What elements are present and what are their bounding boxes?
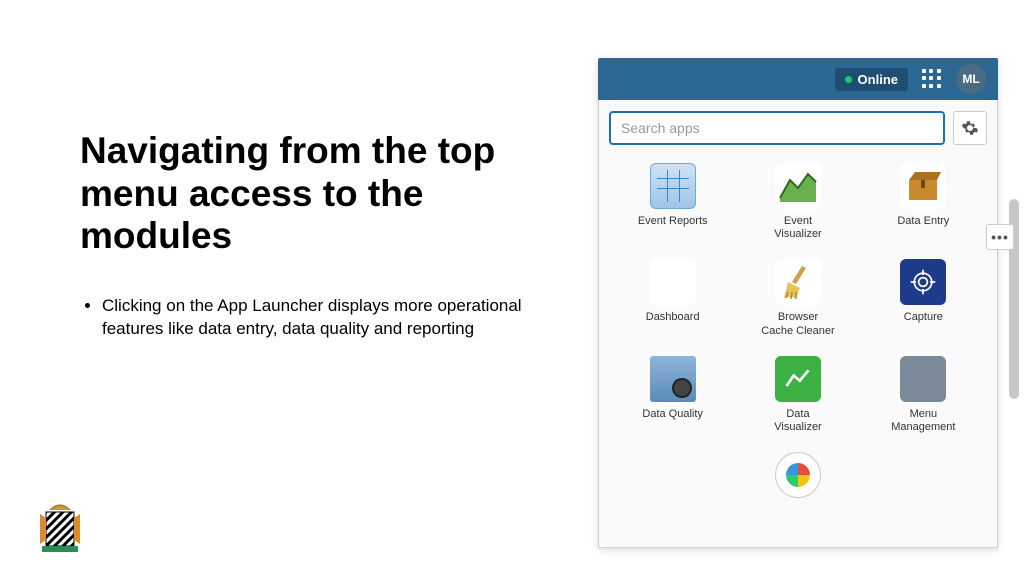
target-icon — [900, 259, 946, 305]
app-label: Event Visualizer — [774, 215, 822, 241]
app-label: Dashboard — [646, 311, 700, 324]
slide-title: Navigating from the top menu access to t… — [80, 130, 540, 258]
menu-icon — [900, 356, 946, 402]
bullet-item: Clicking on the App Launcher displays mo… — [102, 295, 550, 341]
more-button[interactable]: ••• — [986, 224, 1014, 250]
app-data-entry[interactable]: Data Entry — [864, 159, 983, 245]
app-launcher-panel: Event Reports Event Visualizer Data Entr… — [598, 58, 998, 548]
app-data-quality[interactable]: Data Quality — [613, 352, 732, 438]
app-label: Data Quality — [642, 408, 703, 421]
app-label: Data Visualizer — [774, 408, 822, 434]
app-label: Capture — [904, 311, 943, 324]
gear-icon — [961, 119, 979, 137]
app-label: Browser Cache Cleaner — [761, 311, 834, 337]
app-menu-management[interactable]: Menu Management — [864, 352, 983, 438]
app-label: Menu Management — [891, 408, 955, 434]
app-event-visualizer[interactable]: Event Visualizer — [738, 159, 857, 245]
app-label: Data Entry — [897, 215, 949, 228]
top-bar: Online ML — [598, 58, 998, 100]
broom-icon — [775, 259, 821, 305]
pie-icon — [775, 452, 821, 498]
app-data-visualizer[interactable]: Data Visualizer — [738, 352, 857, 438]
coat-of-arms-icon — [28, 494, 92, 558]
search-input[interactable] — [609, 111, 945, 145]
user-avatar[interactable]: ML — [956, 64, 986, 94]
apps-grid: Event Reports Event Visualizer Data Entr… — [609, 159, 987, 502]
line-chart-icon — [775, 356, 821, 402]
app-cache-cleaner[interactable]: Browser Cache Cleaner — [738, 255, 857, 341]
app-dashboard[interactable]: Dashboard — [613, 255, 732, 341]
app-launcher-icon[interactable] — [922, 69, 942, 89]
online-label: Online — [858, 72, 898, 87]
dashboard-icon — [650, 259, 696, 305]
app-label: Event Reports — [638, 215, 708, 228]
app-more[interactable] — [738, 448, 857, 502]
search-row — [609, 111, 987, 145]
status-dot-icon — [845, 76, 852, 83]
bullet-list: Clicking on the App Launcher displays mo… — [80, 295, 550, 341]
box-icon — [900, 163, 946, 209]
area-chart-icon — [775, 163, 821, 209]
app-capture[interactable]: Capture — [864, 255, 983, 341]
app-event-reports[interactable]: Event Reports — [613, 159, 732, 245]
table-icon — [650, 163, 696, 209]
online-badge: Online — [835, 68, 908, 91]
quality-icon — [650, 356, 696, 402]
settings-button[interactable] — [953, 111, 987, 145]
